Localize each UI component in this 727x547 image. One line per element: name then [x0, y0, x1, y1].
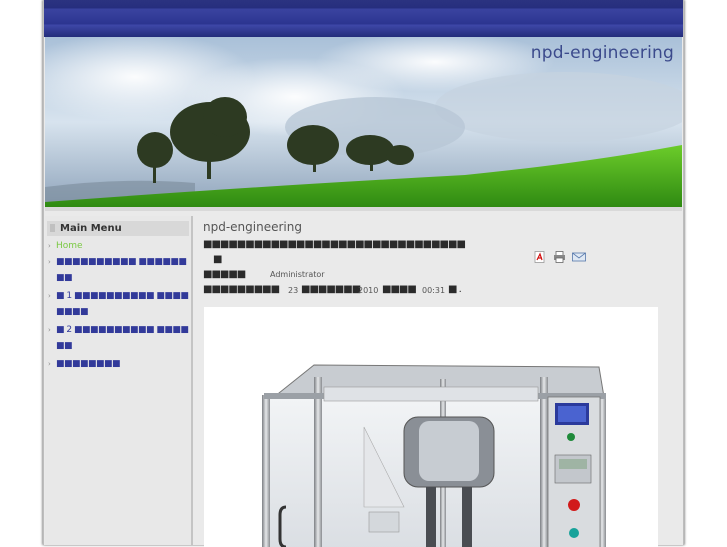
print-icon[interactable] — [553, 248, 565, 263]
menu-item-4[interactable]: › ■ 2 ■■■■■■■■■■ ■■■■■■ — [48, 322, 190, 354]
header-banner: npd-engineering — [45, 37, 682, 211]
menu-header-icon — [50, 224, 55, 232]
page-container: npd-engineering Main Menu › Home › ■■■■■… — [43, 0, 684, 547]
date-year: 2010 — [358, 286, 379, 295]
time-value: 00:31 — [422, 286, 446, 295]
time-prefix: ■■■■ — [382, 284, 417, 295]
main-content: npd-engineering ■■■■■■■■■■■■■■■■■■■■■■■■… — [202, 216, 672, 547]
author-prefix: ■■■■■ — [203, 269, 246, 280]
menu-item-label: ■ 1 ■■■■■■■■■■ ■■■■■■■■ — [56, 291, 189, 317]
main-menu-list: › Home › ■■■■■■■■■■ ■■■■■■■■ › ■ 1 ■■■■■… — [48, 238, 190, 372]
bullet-arrow-icon: › — [48, 326, 51, 334]
menu-item-label: Home — [56, 241, 83, 251]
pdf-icon[interactable] — [534, 248, 546, 263]
article-subtitle: ■■■■■■■■■■■■■■■■■■■■■■■■■■■■■■■ — [203, 239, 466, 250]
bullet-arrow-icon: › — [48, 360, 51, 368]
date-month: ■■■■■■■ — [301, 284, 361, 295]
site-name: npd-engineering — [530, 43, 674, 63]
email-icon[interactable] — [572, 248, 586, 262]
main-menu-header: Main Menu — [47, 221, 189, 236]
menu-item-2[interactable]: › ■■■■■■■■■■ ■■■■■■■■ — [48, 254, 190, 286]
menu-item-label: ■■■■■■■■■■ ■■■■■■■■ — [56, 257, 187, 283]
menu-item-label: ■ 2 ■■■■■■■■■■ ■■■■■■ — [56, 325, 189, 351]
menu-item-3[interactable]: › ■ 1 ■■■■■■■■■■ ■■■■■■■■ — [48, 288, 190, 320]
date-day: 23 — [288, 286, 299, 295]
main-menu-title: Main Menu — [60, 223, 122, 234]
machine-photo — [204, 307, 658, 547]
bullet-arrow-icon: › — [48, 242, 51, 250]
author-name: Administrator — [270, 270, 325, 279]
menu-item-label: ■■■■■■■■ — [56, 359, 121, 369]
article-subtitle-line2: ■ — [213, 254, 223, 265]
sidebar: Main Menu › Home › ■■■■■■■■■■ ■■■■■■■■ ›… — [45, 216, 193, 545]
date-prefix: ■■■■■■■■■ — [203, 284, 280, 295]
bullet-arrow-icon: › — [48, 292, 51, 300]
menu-item-5[interactable]: › ■■■■■■■■ — [48, 356, 190, 372]
article-title[interactable]: npd-engineering — [203, 220, 302, 234]
time-suffix: ■ . — [448, 284, 462, 295]
top-bar — [44, 0, 683, 37]
bullet-arrow-icon: › — [48, 258, 51, 266]
menu-item-home[interactable]: › Home — [48, 238, 190, 254]
